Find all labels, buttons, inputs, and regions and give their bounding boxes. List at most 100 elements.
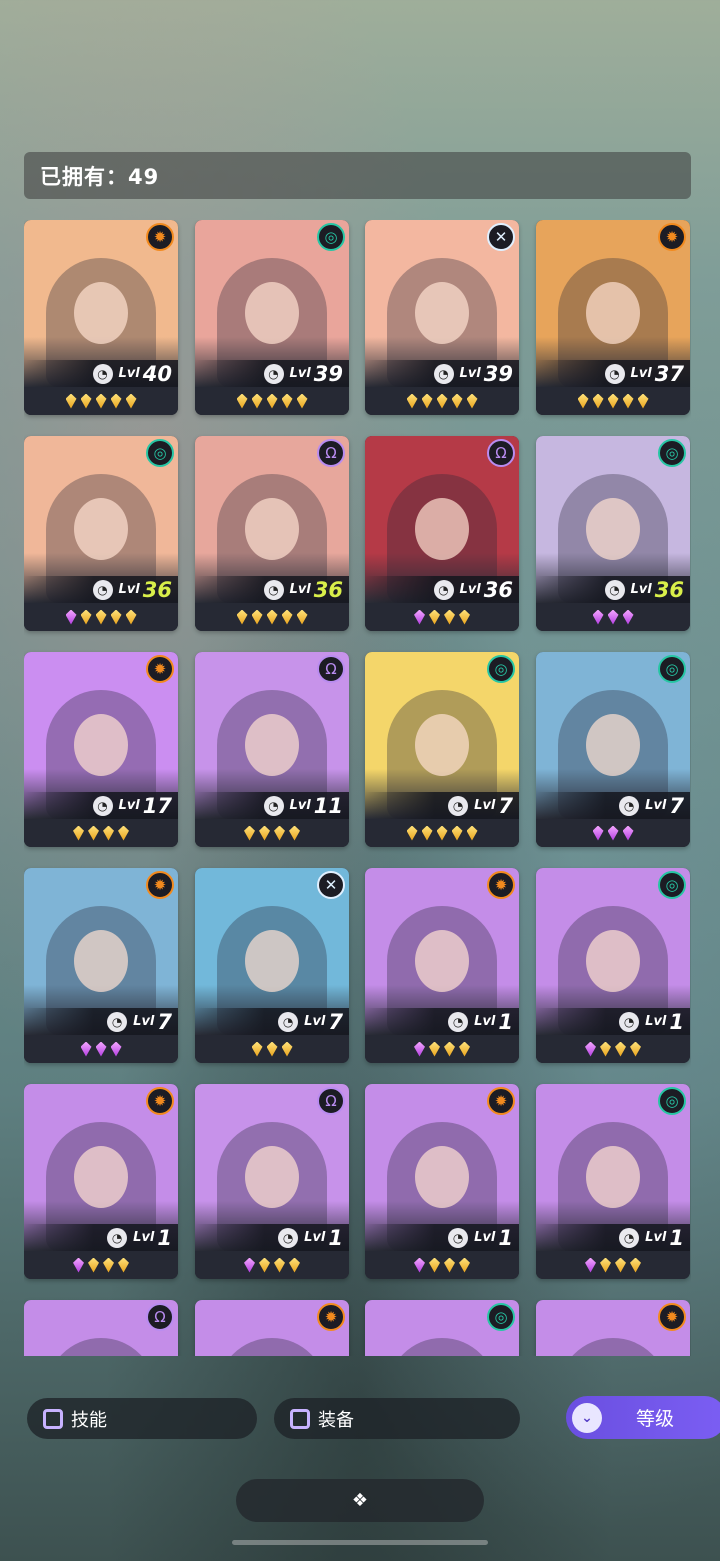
hero-card[interactable]: Ω ◔ Lvl 1 <box>195 1084 349 1279</box>
gold-gem-icon <box>73 825 84 841</box>
level-value: 11 <box>313 793 343 818</box>
hero-card[interactable]: ◎ <box>365 1300 519 1356</box>
hero-card[interactable]: ◎ ◔ Lvl 1 <box>536 1084 690 1279</box>
level-prefix: Lvl <box>289 798 311 813</box>
hero-card[interactable]: Ω ◔ Lvl 36 <box>365 436 519 631</box>
gold-gem-icon <box>296 393 308 409</box>
gold-gem-icon <box>251 609 263 625</box>
hero-card[interactable]: Ω ◔ Lvl 36 <box>195 436 349 631</box>
sort-by-level-button[interactable]: ⌄ 等级 <box>566 1396 720 1439</box>
gold-gem-icon <box>615 1257 626 1273</box>
level-prefix: Lvl <box>630 582 652 597</box>
collapse-toggle-button[interactable]: ❖ <box>236 1479 484 1522</box>
skill-filter[interactable]: 技能 <box>27 1398 257 1439</box>
level-prefix: Lvl <box>645 1014 667 1029</box>
gold-gem-icon <box>459 609 470 625</box>
level-prefix: Lvl <box>118 366 140 381</box>
gold-gem-icon <box>266 609 278 625</box>
star-rating <box>24 1251 178 1279</box>
star-rating <box>365 387 519 415</box>
hero-card[interactable]: ✹ ◔ Lvl 37 <box>536 220 690 415</box>
level-prefix: Lvl <box>630 366 652 381</box>
hero-card[interactable]: Ω ◔ Lvl 11 <box>195 652 349 847</box>
star-rating <box>365 819 519 847</box>
hero-face <box>245 930 299 992</box>
hero-card[interactable]: ✹ ◔ Lvl 17 <box>24 652 178 847</box>
gold-gem-icon <box>577 393 589 409</box>
hero-card[interactable]: ✹ ◔ Lvl 1 <box>365 868 519 1063</box>
sun-element-icon: ✹ <box>317 1303 345 1331</box>
level-value: 36 <box>142 577 172 602</box>
level-value: 40 <box>142 361 172 386</box>
gold-gem-icon <box>118 825 129 841</box>
hero-card[interactable]: ◎ ◔ Lvl 7 <box>365 652 519 847</box>
level-prefix: Lvl <box>304 1014 326 1029</box>
gold-gem-icon <box>600 1257 611 1273</box>
home-indicator <box>232 1540 488 1545</box>
gold-gem-icon <box>274 825 285 841</box>
hero-face <box>245 498 299 560</box>
gold-gem-icon <box>607 393 619 409</box>
star-rating <box>195 1035 349 1063</box>
hero-card[interactable]: ✕ ◔ Lvl 39 <box>365 220 519 415</box>
hero-face <box>74 1146 128 1208</box>
gold-gem-icon <box>630 1041 641 1057</box>
hero-card[interactable]: ✹ ◔ Lvl 1 <box>24 1084 178 1279</box>
hero-grid[interactable]: ✹ ◔ Lvl 40 ◎ ◔ Lvl 39 ✕ ◔ Lvl 39 ✹ ◔ Lvl 37 ◎ ◔ Lvl 36 Ω ◔ Lvl… <box>24 220 691 1356</box>
star-rating <box>195 603 349 631</box>
rank-badge-icon: ◔ <box>448 1227 469 1248</box>
equip-filter[interactable]: 装备 <box>274 1398 520 1439</box>
owned-count-bar: 已拥有：49 <box>24 152 691 199</box>
gold-gem-icon <box>600 1041 611 1057</box>
hero-card[interactable]: ◎ ◔ Lvl 7 <box>536 652 690 847</box>
gold-gem-icon <box>406 825 418 841</box>
hero-card[interactable]: ◎ ◔ Lvl 1 <box>536 868 690 1063</box>
level-strip: ◔ Lvl 1 <box>536 1224 690 1251</box>
hero-card[interactable]: ✕ ◔ Lvl 7 <box>195 868 349 1063</box>
level-value: 1 <box>669 1225 684 1250</box>
swirl-element-icon: ◎ <box>146 439 174 467</box>
hero-face <box>586 1146 640 1208</box>
hero-face <box>586 930 640 992</box>
level-value: 1 <box>498 1225 513 1250</box>
star-rating <box>24 819 178 847</box>
level-value: 1 <box>498 1009 513 1034</box>
gold-gem-icon <box>289 1257 300 1273</box>
purple-gem-icon <box>414 1041 425 1057</box>
level-value: 36 <box>483 577 513 602</box>
hero-card[interactable]: ◎ ◔ Lvl 36 <box>536 436 690 631</box>
hero-card[interactable]: ✹ <box>536 1300 690 1356</box>
purple-gem-icon <box>592 825 604 841</box>
rank-badge-icon: ◔ <box>619 1011 640 1032</box>
hero-card[interactable]: ◎ ◔ Lvl 39 <box>195 220 349 415</box>
rank-badge-icon: ◔ <box>92 795 113 816</box>
swirl-element-icon: ◎ <box>658 1087 686 1115</box>
level-prefix: Lvl <box>459 582 481 597</box>
gold-gem-icon <box>630 1257 641 1273</box>
gold-gem-icon <box>406 393 418 409</box>
gold-gem-icon <box>125 609 137 625</box>
rank-badge-icon: ◔ <box>263 363 284 384</box>
gold-gem-icon <box>110 609 122 625</box>
hero-card[interactable]: ◎ ◔ Lvl 36 <box>24 436 178 631</box>
hero-card[interactable]: ✹ ◔ Lvl 1 <box>365 1084 519 1279</box>
level-value: 7 <box>498 793 513 818</box>
level-strip: ◔ Lvl 7 <box>24 1008 178 1035</box>
hero-card[interactable]: Ω <box>24 1300 178 1356</box>
hero-card[interactable]: ✹ <box>195 1300 349 1356</box>
gold-gem-icon <box>296 609 308 625</box>
hero-card[interactable]: ✹ ◔ Lvl 40 <box>24 220 178 415</box>
hero-card[interactable]: ✹ ◔ Lvl 7 <box>24 868 178 1063</box>
equip-checkbox[interactable] <box>290 1408 310 1429</box>
gold-gem-icon <box>80 393 92 409</box>
swirl-element-icon: ◎ <box>487 655 515 683</box>
level-strip: ◔ Lvl 17 <box>24 792 178 819</box>
skill-checkbox[interactable] <box>43 1408 63 1429</box>
gold-gem-icon <box>436 825 448 841</box>
hero-face <box>74 282 128 344</box>
level-value: 7 <box>328 1009 343 1034</box>
gold-gem-icon <box>266 393 278 409</box>
level-value: 37 <box>654 361 684 386</box>
gold-gem-icon <box>103 1257 114 1273</box>
level-prefix: Lvl <box>133 1230 155 1245</box>
